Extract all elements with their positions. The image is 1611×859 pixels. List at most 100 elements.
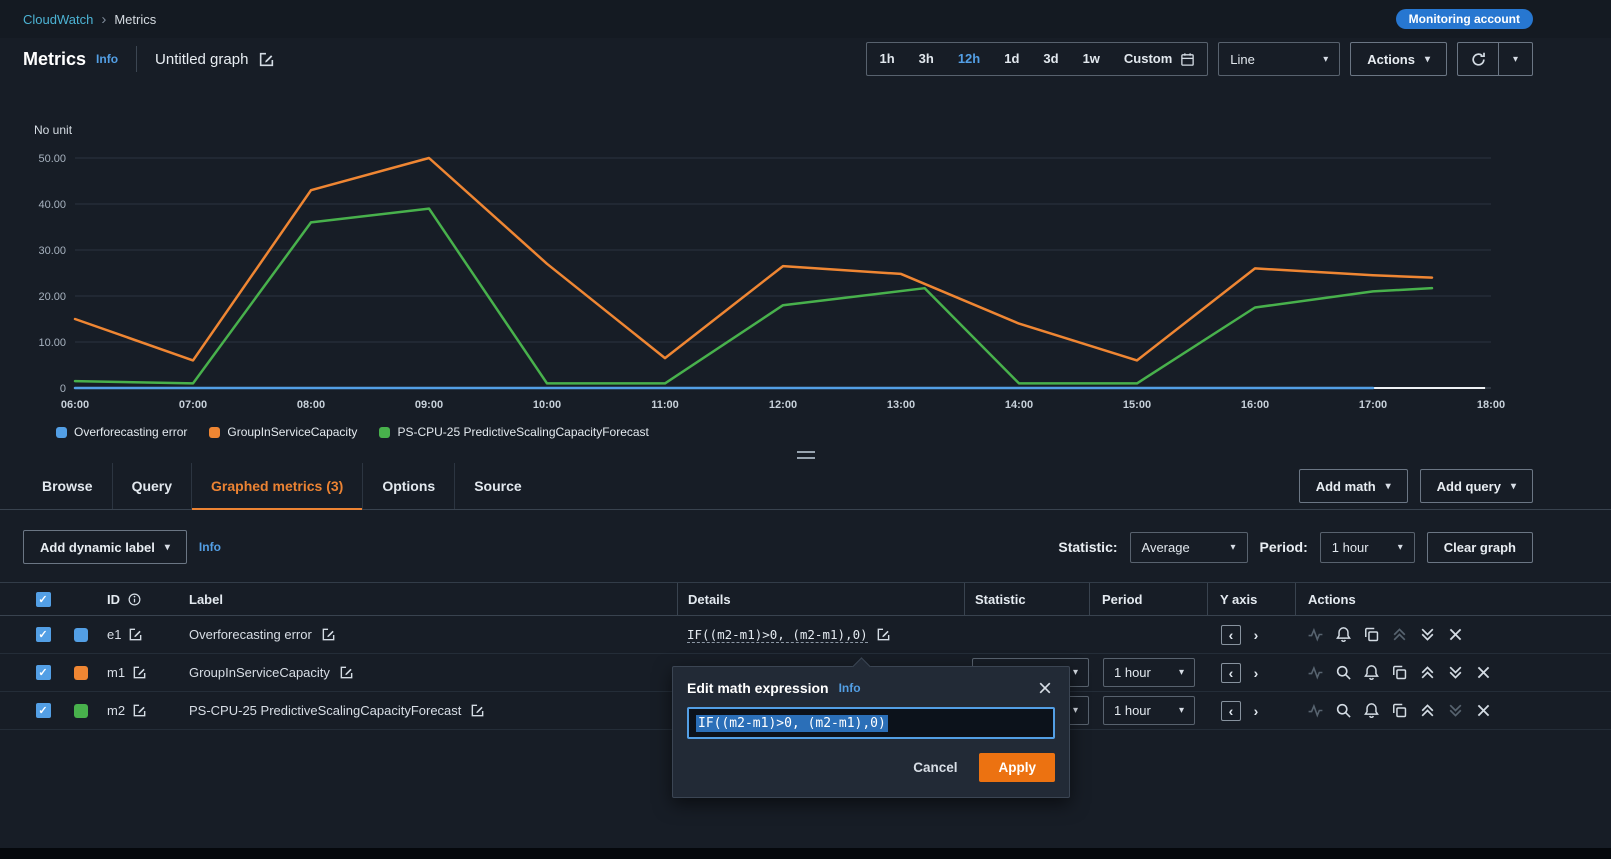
sparkline-icon[interactable]	[1307, 664, 1324, 681]
tab-query[interactable]: Query	[112, 463, 191, 509]
details-column-header: Details	[677, 583, 964, 615]
refresh-button[interactable]	[1457, 42, 1499, 76]
y-axis-right-button[interactable]: ›	[1246, 625, 1266, 645]
svg-text:06:00: 06:00	[61, 399, 89, 411]
y-axis-left-button[interactable]: ‹	[1221, 663, 1241, 683]
legend-item[interactable]: PS-CPU-25 PredictiveScalingCapacityForec…	[379, 425, 648, 439]
row-checkbox[interactable]	[36, 627, 51, 642]
tab-graphed-metrics[interactable]: Graphed metrics (3)	[191, 463, 362, 509]
edit-label-icon[interactable]	[321, 627, 336, 642]
move-up-icon[interactable]	[1391, 626, 1408, 643]
remove-metric-icon[interactable]	[1447, 626, 1464, 643]
monitoring-account-badge[interactable]: Monitoring account	[1396, 9, 1533, 29]
sparkline-icon[interactable]	[1307, 702, 1324, 719]
tabs: Browse Query Graphed metrics (3) Options…	[23, 463, 541, 509]
y-axis-left-button[interactable]: ‹	[1221, 625, 1241, 645]
duplicate-icon[interactable]	[1363, 626, 1380, 643]
edit-graph-name-icon[interactable]	[258, 51, 275, 68]
remove-metric-icon[interactable]	[1475, 664, 1492, 681]
period-select[interactable]: 1 hour▾	[1103, 658, 1195, 687]
tab-options[interactable]: Options	[362, 463, 454, 509]
remove-metric-icon[interactable]	[1475, 702, 1492, 719]
metrics-line-chart[interactable]: 010.0020.0030.0040.0050.0006:0007:0008:0…	[0, 118, 1530, 418]
svg-text:09:00: 09:00	[415, 399, 443, 411]
refresh-options-button[interactable]: ▾	[1499, 42, 1533, 76]
y-axis-right-button[interactable]: ›	[1246, 663, 1266, 683]
move-down-icon[interactable]	[1419, 626, 1436, 643]
tabs-bar: Browse Query Graphed metrics (3) Options…	[0, 463, 1611, 510]
edit-id-icon[interactable]	[132, 665, 147, 680]
add-query-button[interactable]: Add query▾	[1420, 469, 1533, 503]
y-axis-right-button[interactable]: ›	[1246, 701, 1266, 721]
edit-label-icon[interactable]	[339, 665, 354, 680]
add-dynamic-label-button[interactable]: Add dynamic label ▾	[23, 530, 187, 564]
time-range-12h[interactable]: 12h	[946, 43, 992, 75]
time-range-1d[interactable]: 1d	[992, 43, 1031, 75]
svg-text:50.00: 50.00	[38, 153, 66, 165]
time-range-custom[interactable]: Custom	[1112, 43, 1207, 75]
resize-handle[interactable]	[797, 451, 815, 459]
period-global-select[interactable]: 1 hour ▾	[1320, 532, 1415, 563]
time-range-3h[interactable]: 3h	[907, 43, 946, 75]
graphed-metrics-toolbar: Add dynamic label ▾ Info Statistic: Aver…	[0, 510, 1611, 574]
zoom-to-metric-icon[interactable]	[1335, 702, 1352, 719]
duplicate-icon[interactable]	[1391, 664, 1408, 681]
chart-panel: 010.0020.0030.0040.0050.0006:0007:0008:0…	[0, 118, 1611, 463]
clear-graph-button[interactable]: Clear graph	[1427, 532, 1533, 563]
svg-text:13:00: 13:00	[887, 399, 915, 411]
tab-browse[interactable]: Browse	[23, 463, 112, 509]
move-up-icon[interactable]	[1419, 702, 1436, 719]
move-down-icon[interactable]	[1447, 664, 1464, 681]
math-expression-input[interactable]: IF((m2-m1)>0, (m2-m1),0)	[687, 707, 1055, 739]
dynamic-label-info-link[interactable]: Info	[199, 540, 221, 554]
time-range-1h[interactable]: 1h	[867, 43, 906, 75]
popup-info-link[interactable]: Info	[839, 681, 861, 695]
move-down-icon[interactable]	[1447, 702, 1464, 719]
zoom-to-metric-icon[interactable]	[1335, 664, 1352, 681]
chevron-down-icon: ▾	[1073, 705, 1078, 716]
popup-title: Edit math expression	[687, 680, 829, 696]
alarm-bell-icon[interactable]	[1363, 702, 1380, 719]
legend-swatch	[56, 427, 67, 438]
edit-expression-icon[interactable]	[876, 627, 891, 642]
svg-text:16:00: 16:00	[1241, 399, 1269, 411]
breadcrumb-chevron-icon: ›	[101, 12, 106, 27]
math-expression-text[interactable]: IF((m2-m1)>0, (m2-m1),0)	[687, 627, 868, 643]
metrics-info-link[interactable]: Info	[96, 52, 118, 66]
time-range-3d[interactable]: 3d	[1031, 43, 1070, 75]
legend-item[interactable]: Overforecasting error	[56, 425, 187, 439]
row-checkbox[interactable]	[36, 665, 51, 680]
apply-button[interactable]: Apply	[979, 753, 1055, 782]
chevron-down-icon: ▾	[1323, 54, 1328, 65]
period-select[interactable]: 1 hour▾	[1103, 696, 1195, 725]
id-column-header: ID	[107, 592, 120, 607]
breadcrumb-cloudwatch-link[interactable]: CloudWatch	[23, 12, 93, 27]
select-all-checkbox[interactable]	[36, 592, 51, 607]
alarm-bell-icon[interactable]	[1335, 626, 1352, 643]
legend-item[interactable]: GroupInServiceCapacity	[209, 425, 357, 439]
row-checkbox[interactable]	[36, 703, 51, 718]
alarm-bell-icon[interactable]	[1363, 664, 1380, 681]
bottom-strip	[0, 848, 1611, 859]
legend-label: GroupInServiceCapacity	[227, 425, 357, 439]
edit-label-icon[interactable]	[470, 703, 485, 718]
chart-type-select[interactable]: Line ▾	[1218, 42, 1340, 76]
chevron-down-icon: ▾	[1073, 667, 1078, 678]
y-axis-left-button[interactable]: ‹	[1221, 701, 1241, 721]
duplicate-icon[interactable]	[1391, 702, 1408, 719]
sparkline-icon[interactable]	[1307, 626, 1324, 643]
tab-source[interactable]: Source	[454, 463, 540, 509]
info-circle-icon[interactable]	[127, 592, 142, 607]
add-math-button[interactable]: Add math▾	[1299, 469, 1408, 503]
close-icon[interactable]	[1037, 680, 1053, 696]
edit-id-icon[interactable]	[132, 703, 147, 718]
edit-id-icon[interactable]	[128, 627, 143, 642]
move-up-icon[interactable]	[1419, 664, 1436, 681]
label-column-header: Label	[177, 583, 677, 615]
statistic-column-header: Statistic	[964, 583, 1089, 615]
time-range-1w[interactable]: 1w	[1071, 43, 1112, 75]
cancel-button[interactable]: Cancel	[913, 760, 957, 775]
actions-label: Actions	[1367, 52, 1415, 67]
statistic-global-select[interactable]: Average ▾	[1130, 532, 1248, 563]
actions-button[interactable]: Actions ▾	[1350, 42, 1447, 76]
